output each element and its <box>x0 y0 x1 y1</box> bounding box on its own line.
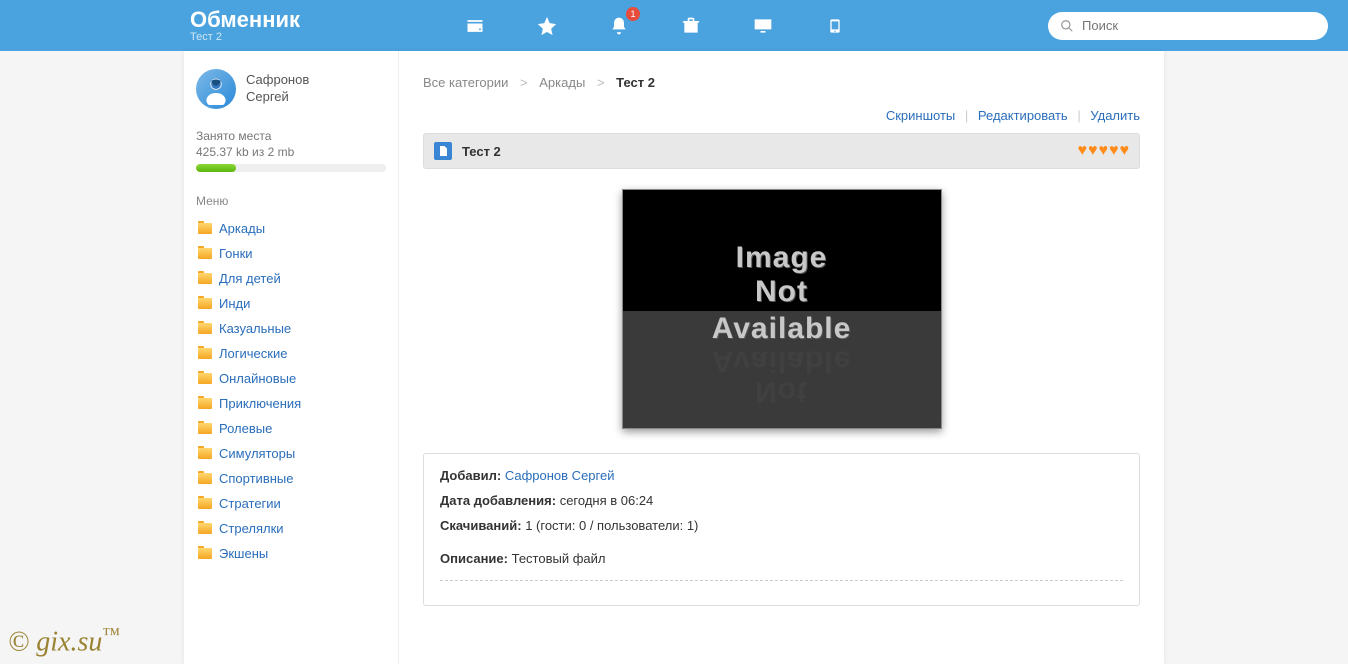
heart-icon: ♥ <box>1078 142 1088 160</box>
folder-icon <box>198 448 212 459</box>
folder-icon <box>198 498 212 509</box>
heart-icon: ♥ <box>1099 142 1109 160</box>
briefcase-icon[interactable] <box>676 11 706 41</box>
sidebar-item-label: Логические <box>219 346 287 361</box>
sidebar-item-label: Спортивные <box>219 471 293 486</box>
sidebar-item-11[interactable]: Стратегии <box>196 491 386 516</box>
wallet-icon[interactable] <box>460 11 490 41</box>
sidebar-item-3[interactable]: Инди <box>196 291 386 316</box>
heart-icon: ♥ <box>1120 142 1130 160</box>
nav-icons: 1 <box>460 11 850 41</box>
bell-icon[interactable]: 1 <box>604 11 634 41</box>
folder-icon <box>198 248 212 259</box>
user-name: Сафронов Сергей <box>246 72 309 106</box>
added-by-row: Добавил: Сафронов Сергей <box>440 468 1123 483</box>
sidebar-item-7[interactable]: Приключения <box>196 391 386 416</box>
avatar <box>196 69 236 109</box>
folder-icon <box>198 373 212 384</box>
breadcrumb-all[interactable]: Все категории <box>423 75 508 90</box>
main-container: Сафронов Сергей Занято места 425.37 kb и… <box>184 51 1164 664</box>
sidebar-item-9[interactable]: Симуляторы <box>196 441 386 466</box>
logo-block[interactable]: Обменник Тест 2 <box>190 9 300 43</box>
mobile-icon[interactable] <box>820 11 850 41</box>
sidebar-item-label: Казуальные <box>219 321 291 336</box>
title-bar: Тест 2 ♥♥♥♥♥ <box>423 133 1140 169</box>
rating-hearts[interactable]: ♥♥♥♥♥ <box>1078 142 1130 160</box>
sidebar-item-label: Стратегии <box>219 496 281 511</box>
search-icon <box>1060 19 1074 33</box>
sidebar-item-0[interactable]: Аркады <box>196 216 386 241</box>
sidebar-item-12[interactable]: Стрелялки <box>196 516 386 541</box>
heart-icon: ♥ <box>1109 142 1119 160</box>
sidebar-item-13[interactable]: Экшены <box>196 541 386 566</box>
sidebar-item-label: Стрелялки <box>219 521 284 536</box>
sidebar-item-label: Гонки <box>219 246 253 261</box>
storage-value: 425.37 kb из 2 mb <box>196 145 386 159</box>
folder-icon <box>198 223 212 234</box>
star-icon[interactable] <box>532 11 562 41</box>
breadcrumb-category[interactable]: Аркады <box>539 75 585 90</box>
downloads-row: Скачиваний: 1 (гости: 0 / пользователи: … <box>440 518 1123 533</box>
folder-icon <box>198 423 212 434</box>
date-row: Дата добавления: сегодня в 06:24 <box>440 493 1123 508</box>
logo-subtitle: Тест 2 <box>190 31 300 43</box>
folder-icon <box>198 398 212 409</box>
folder-icon <box>198 298 212 309</box>
description-row: Описание: Тестовый файл <box>440 551 1123 566</box>
title-text: Тест 2 <box>462 144 501 159</box>
topbar: Обменник Тест 2 1 <box>0 0 1348 51</box>
logo-title: Обменник <box>190 9 300 31</box>
breadcrumb-current: Тест 2 <box>616 75 655 90</box>
added-by-link[interactable]: Сафронов Сергей <box>505 468 615 483</box>
sidebar-item-5[interactable]: Логические <box>196 341 386 366</box>
details-box: Добавил: Сафронов Сергей Дата добавления… <box>423 453 1140 606</box>
separator <box>440 580 1123 581</box>
user-block[interactable]: Сафронов Сергей <box>196 69 386 109</box>
storage-fill <box>196 164 236 172</box>
folder-icon <box>198 523 212 534</box>
sidebar-item-8[interactable]: Ролевые <box>196 416 386 441</box>
action-links: Скриншоты | Редактировать | Удалить <box>423 108 1140 123</box>
sidebar-item-label: Аркады <box>219 221 265 236</box>
folder-icon <box>198 273 212 284</box>
storage-label: Занято места <box>196 129 386 143</box>
screenshots-link[interactable]: Скриншоты <box>886 108 955 123</box>
sidebar-item-label: Экшены <box>219 546 268 561</box>
watermark: © gix.su™ <box>8 624 120 658</box>
file-icon <box>434 142 452 160</box>
menu-title: Меню <box>196 194 386 208</box>
notification-badge: 1 <box>626 7 640 21</box>
sidebar-item-2[interactable]: Для детей <box>196 266 386 291</box>
sidebar-item-label: Для детей <box>219 271 281 286</box>
content: Все категории > Аркады > Тест 2 Скриншот… <box>399 51 1164 664</box>
image-placeholder: Image Not Available Available Not <box>622 189 942 429</box>
sidebar-item-10[interactable]: Спортивные <box>196 466 386 491</box>
storage-bar <box>196 164 386 172</box>
breadcrumb: Все категории > Аркады > Тест 2 <box>423 75 1140 90</box>
sidebar-item-label: Ролевые <box>219 421 272 436</box>
sidebar-item-label: Симуляторы <box>219 446 295 461</box>
sidebar-item-6[interactable]: Онлайновые <box>196 366 386 391</box>
menu-list: Аркады Гонки Для детей Инди Казуальные Логиче… <box>196 216 386 566</box>
sidebar-item-label: Приключения <box>219 396 301 411</box>
monitor-icon[interactable] <box>748 11 778 41</box>
sidebar-item-label: Онлайновые <box>219 371 296 386</box>
folder-icon <box>198 323 212 334</box>
edit-link[interactable]: Редактировать <box>978 108 1068 123</box>
sidebar-item-4[interactable]: Казуальные <box>196 316 386 341</box>
folder-icon <box>198 548 212 559</box>
delete-link[interactable]: Удалить <box>1090 108 1140 123</box>
sidebar-item-1[interactable]: Гонки <box>196 241 386 266</box>
sidebar: Сафронов Сергей Занято места 425.37 kb и… <box>184 51 399 664</box>
search-input[interactable] <box>1082 18 1316 33</box>
folder-icon <box>198 348 212 359</box>
sidebar-item-label: Инди <box>219 296 250 311</box>
search-box[interactable] <box>1048 12 1328 40</box>
heart-icon: ♥ <box>1088 142 1098 160</box>
folder-icon <box>198 473 212 484</box>
